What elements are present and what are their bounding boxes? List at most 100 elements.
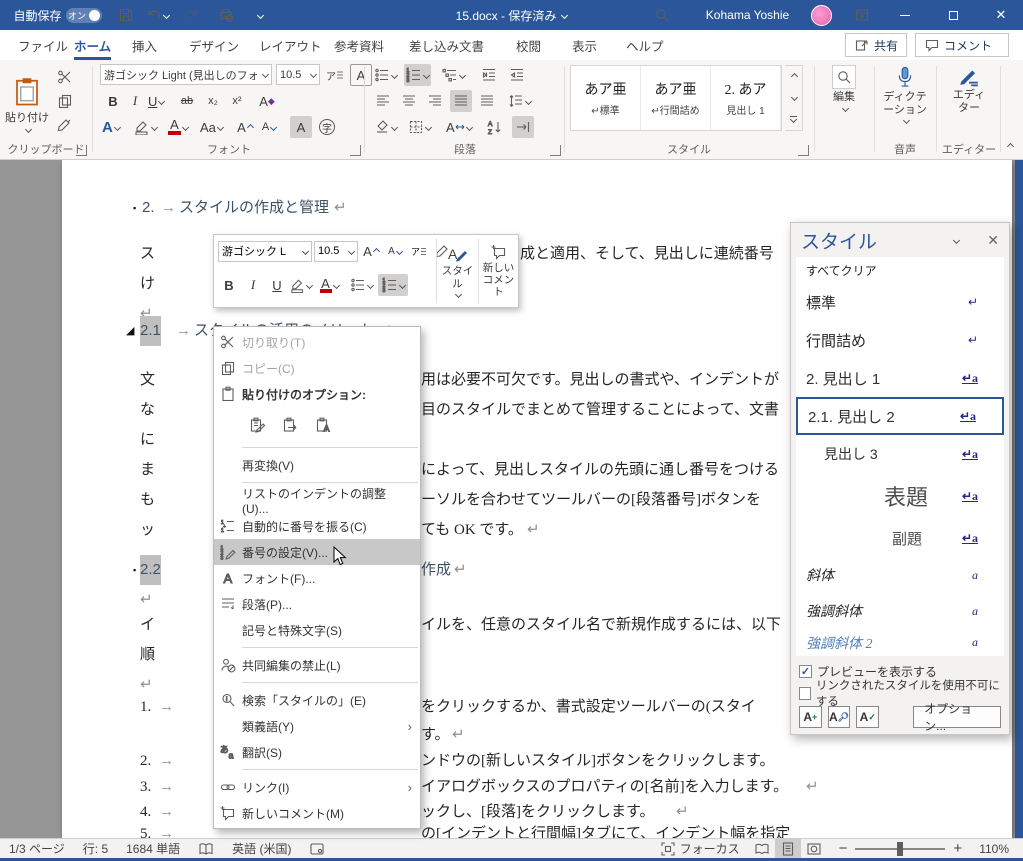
mini-highlight-button[interactable] <box>290 274 314 296</box>
paragraph-dialog-launcher[interactable] <box>550 145 561 156</box>
strikethrough-button[interactable]: ab <box>176 90 198 112</box>
font-name-combo[interactable]: 游ゴシック Light (見出しのフォ <box>100 64 272 85</box>
user-avatar[interactable] <box>806 0 836 30</box>
style-list-item[interactable]: 表題 ↵a <box>796 473 1004 519</box>
editor-button[interactable]: エディター <box>946 65 992 114</box>
focus-button[interactable]: フォーカス <box>651 839 749 859</box>
collapse-ribbon-button[interactable] <box>1006 142 1015 151</box>
style-list-item[interactable]: 2. 見出し 1 ↵a <box>796 359 1004 397</box>
style-list-item[interactable]: すべてクリア <box>796 257 1004 283</box>
style-list-item[interactable]: 強調斜体 2 a <box>796 629 1004 656</box>
enclose-characters-button[interactable]: 字 <box>316 116 338 138</box>
preview-checkbox[interactable]: ✓ <box>799 664 812 678</box>
gallery-scroll-up-icon[interactable] <box>790 72 799 81</box>
italic-button[interactable]: I <box>124 90 146 112</box>
read-mode-button[interactable] <box>749 839 775 859</box>
user-name[interactable]: Kohama Yoshie <box>690 0 805 30</box>
qat-customize-button[interactable] <box>248 0 270 30</box>
mini-font-color-button[interactable]: A <box>314 274 344 296</box>
paste-merge-button[interactable] <box>277 412 303 438</box>
tab-home[interactable]: ホーム <box>70 30 115 60</box>
minimize-button[interactable] <box>886 0 924 30</box>
gallery-style-item[interactable]: あア亜 ↵行間詰め <box>641 66 711 130</box>
align-left-button[interactable] <box>372 90 394 112</box>
gallery-scroll-down-icon[interactable] <box>790 93 799 102</box>
tab-file[interactable]: ファイル <box>14 30 72 60</box>
character-shading-button[interactable]: A <box>290 116 312 138</box>
print-button[interactable] <box>212 0 240 30</box>
context-menu-item[interactable]: 新しいコメント(M) <box>214 800 420 826</box>
superscript-button[interactable]: x² <box>226 90 248 112</box>
context-menu-item[interactable]: 類義語(Y) › <box>214 713 420 739</box>
manage-styles-button[interactable]: A ✓ <box>856 706 880 728</box>
mini-italic-button[interactable]: I <box>242 274 264 296</box>
paste-keep-formatting-button[interactable] <box>244 412 270 438</box>
gallery-expand-icon[interactable] <box>789 115 798 124</box>
pane-close-icon[interactable]: ✕ <box>987 232 999 249</box>
editing-button[interactable]: 編集 <box>824 65 864 112</box>
mini-grow-font-button[interactable]: A <box>360 240 382 262</box>
comments-button[interactable]: コメント <box>915 33 1009 57</box>
styles-dialog-launcher[interactable] <box>798 145 809 156</box>
font-color-button[interactable]: A <box>166 116 190 138</box>
mini-underline-button[interactable]: U <box>266 274 288 296</box>
page-indicator[interactable]: 1/3 ページ <box>0 839 74 859</box>
zoom-in-button[interactable]: + <box>951 839 970 859</box>
web-layout-button[interactable] <box>801 839 827 859</box>
show-editing-marks-button[interactable] <box>512 116 534 138</box>
save-button[interactable] <box>112 0 140 30</box>
context-menu-item[interactable]: 再変換(V) <box>214 452 420 478</box>
context-menu-item[interactable]: あ a 翻訳(S) <box>214 739 420 765</box>
font-size-combo[interactable]: 10.5 <box>276 64 320 85</box>
close-button[interactable]: ✕ <box>982 0 1020 30</box>
font-dialog-launcher[interactable] <box>350 145 361 156</box>
numbering-button[interactable]: 123 <box>404 64 431 86</box>
gallery-style-item[interactable]: あア亜 ↵標準 <box>571 66 641 130</box>
ribbon-display-options-button[interactable] <box>845 0 879 30</box>
word-count[interactable]: 1684 単語 <box>117 839 189 859</box>
align-right-button[interactable] <box>424 90 446 112</box>
ime-mode-icon[interactable] <box>300 839 334 859</box>
document-title[interactable]: 15.docx - 保存済み <box>456 7 557 24</box>
subscript-button[interactable]: x₂ <box>202 90 224 112</box>
pane-menu-icon[interactable] <box>953 236 961 244</box>
clipboard-dialog-launcher[interactable] <box>76 145 87 156</box>
tab-references[interactable]: 参考資料 <box>330 30 388 60</box>
tab-view[interactable]: 表示 <box>568 30 601 60</box>
underline-button[interactable]: U <box>146 90 166 112</box>
bold-button[interactable]: B <box>102 90 124 112</box>
line-spacing-button[interactable] <box>506 90 533 112</box>
tab-insert[interactable]: 挿入 <box>128 30 161 60</box>
gallery-style-item[interactable]: 2. あア 見出し 1 <box>711 66 781 130</box>
shrink-font-button[interactable]: A <box>258 116 280 138</box>
paste-text-only-button[interactable]: A <box>310 412 336 438</box>
multilevel-list-button[interactable] <box>440 64 467 86</box>
tab-mailings[interactable]: 差し込み文書 <box>405 30 488 60</box>
language-indicator[interactable]: 英語 (米国) <box>223 839 300 859</box>
line-indicator[interactable]: 行: 5 <box>74 839 117 859</box>
new-style-button[interactable]: A + <box>799 706 822 728</box>
mini-bold-button[interactable]: B <box>218 274 240 296</box>
proofing-status-icon[interactable] <box>189 839 223 859</box>
clear-formatting-button[interactable]: A ◆ <box>256 90 278 112</box>
character-scaling-button[interactable]: A <box>444 116 474 138</box>
tab-help[interactable]: ヘルプ <box>622 30 668 60</box>
search-button[interactable] <box>648 0 676 30</box>
mini-font-name-combo[interactable]: 游ゴシック L <box>218 240 312 262</box>
justify-button[interactable] <box>450 90 472 112</box>
options-button[interactable]: オプション... <box>913 702 1001 733</box>
style-list-item[interactable]: 行間詰め ↵ <box>796 321 1004 359</box>
mini-new-comment-button[interactable]: 新しい コメント <box>478 239 518 303</box>
style-list-item[interactable]: 2.1. 見出し 2 ↵a <box>796 397 1004 435</box>
zoom-out-button[interactable]: − <box>827 839 850 859</box>
tab-design[interactable]: デザイン <box>185 30 243 60</box>
style-inspector-button[interactable]: A 🔎︎ <box>827 706 851 728</box>
cut-button[interactable] <box>54 66 76 88</box>
highlight-color-button[interactable] <box>132 116 159 138</box>
context-menu-item[interactable]: A フォント(F)... <box>214 565 420 591</box>
sort-button[interactable]: AZ <box>484 116 506 138</box>
text-effects-button[interactable]: A <box>100 116 122 138</box>
dictation-button[interactable]: ディクテーション <box>879 65 931 125</box>
tab-layout[interactable]: レイアウト <box>255 30 326 60</box>
context-menu-item[interactable]: 段落(P)... <box>214 591 420 617</box>
